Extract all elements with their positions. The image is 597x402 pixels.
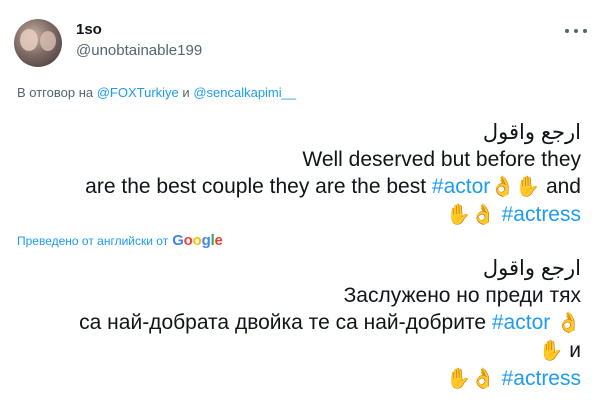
tweet-line: ✋👌 #actress: [0, 365, 581, 393]
raised-hand-icon: ✋: [515, 176, 541, 198]
hashtag-actor-link[interactable]: #actor: [432, 175, 490, 198]
hashtag-actress-link[interactable]: #actress: [502, 203, 581, 226]
reply-context: В отговор на @FOXTurkiye и @sencalkapimi…: [17, 85, 296, 100]
ok-hand-icon: 👌: [490, 176, 516, 198]
tweet-text-segment: are the best couple they are the best: [85, 175, 427, 198]
raised-hand-icon: ✋: [538, 340, 564, 362]
mention-sencalkapimi-link[interactable]: @sencalkapimi__: [193, 85, 296, 100]
tweet-line: Well deserved but before they: [302, 148, 581, 171]
avatar[interactable]: [14, 19, 62, 67]
translation-label: Преведено от английски от: [17, 233, 169, 248]
ok-hand-icon: 👌: [470, 204, 496, 226]
raised-hand-icon: ✋: [445, 368, 471, 390]
tweet-line: ✋👌 #actress: [0, 201, 581, 229]
ok-hand-icon: 👌: [556, 312, 581, 334]
more-options-icon[interactable]: [565, 24, 587, 38]
tweet-text-and: и: [569, 339, 581, 362]
hashtag-actor-link[interactable]: #actor: [492, 311, 550, 334]
tweet-line: are the best couple they are the best #a…: [0, 173, 581, 201]
tweet-text-segment: са най-добрата двойка те са най-добрите: [79, 311, 487, 334]
author-handle[interactable]: @unobtainable199: [76, 42, 202, 59]
mention-foxturkiye-link[interactable]: @FOXTurkiye: [97, 85, 179, 100]
tweet-text-and: and: [545, 175, 581, 198]
tweet-line: Заслужено но преди тях: [343, 284, 581, 307]
tweet-line: са най-добрата двойка те са най-добрите …: [0, 309, 581, 337]
reply-conjunction: и: [182, 85, 190, 100]
tweet-line-arabic: ارجع واقول: [482, 257, 581, 280]
tweet-line-arabic: ارجع واقول: [482, 121, 581, 144]
tweet-text-original: ارجع واقول Well deserved but before they…: [0, 119, 581, 229]
hashtag-actress-link[interactable]: #actress: [502, 367, 581, 390]
ok-hand-icon: 👌: [470, 368, 496, 390]
reply-prefix: В отговор на: [17, 85, 94, 100]
tweet-line: ✋ и: [0, 337, 581, 365]
google-logo: Google: [172, 232, 223, 249]
translated-by-google[interactable]: Преведено от английски от Google: [17, 232, 223, 249]
raised-hand-icon: ✋: [445, 204, 471, 226]
author-display-name[interactable]: 1so: [76, 21, 102, 38]
tweet-text-translated: ارجع واقول Заслужено но преди тях са най…: [0, 255, 581, 393]
